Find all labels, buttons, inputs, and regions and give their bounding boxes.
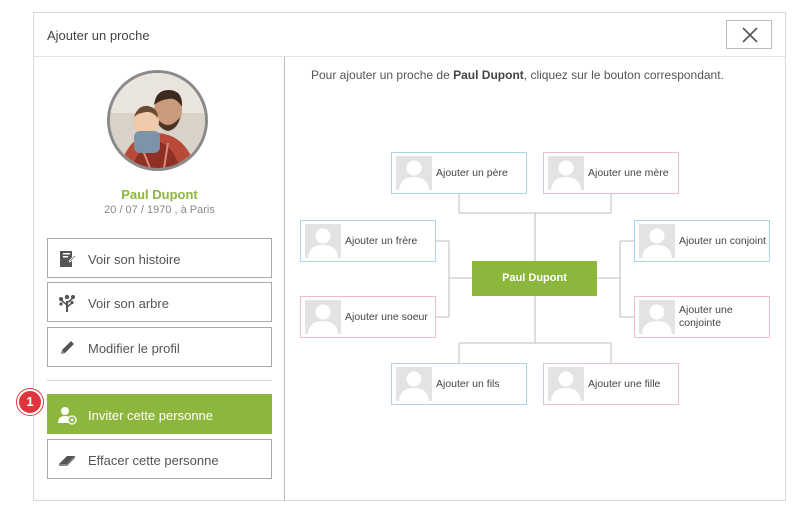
person-silhouette-icon	[639, 224, 675, 258]
person-silhouette-icon	[396, 156, 432, 190]
add-spouse-male-label: Ajouter un conjoint	[679, 234, 766, 247]
person-silhouette-icon	[548, 156, 584, 190]
add-daughter-button[interactable]: Ajouter une fille	[543, 363, 679, 405]
add-sister-label: Ajouter une soeur	[345, 310, 428, 323]
add-father-button[interactable]: Ajouter un père	[391, 152, 527, 194]
add-son-button[interactable]: Ajouter un fils	[391, 363, 527, 405]
add-spouse-female-button[interactable]: Ajouter une conjointe	[634, 296, 770, 338]
add-brother-label: Ajouter un frère	[345, 234, 418, 247]
person-silhouette-icon	[548, 367, 584, 401]
person-silhouette-icon	[305, 300, 341, 334]
add-father-label: Ajouter un père	[436, 166, 508, 179]
add-daughter-label: Ajouter une fille	[588, 377, 661, 390]
center-person[interactable]: Paul Dupont	[472, 261, 597, 296]
person-silhouette-icon	[396, 367, 432, 401]
step-badge: 1	[17, 389, 43, 415]
add-mother-label: Ajouter une mère	[588, 166, 669, 179]
add-spouse-male-button[interactable]: Ajouter un conjoint	[634, 220, 770, 262]
add-son-label: Ajouter un fils	[436, 377, 500, 390]
add-mother-button[interactable]: Ajouter une mère	[543, 152, 679, 194]
add-sister-button[interactable]: Ajouter une soeur	[300, 296, 436, 338]
person-silhouette-icon	[305, 224, 341, 258]
add-spouse-female-label: Ajouter une conjointe	[679, 304, 733, 329]
person-silhouette-icon	[639, 300, 675, 334]
add-brother-button[interactable]: Ajouter un frère	[300, 220, 436, 262]
